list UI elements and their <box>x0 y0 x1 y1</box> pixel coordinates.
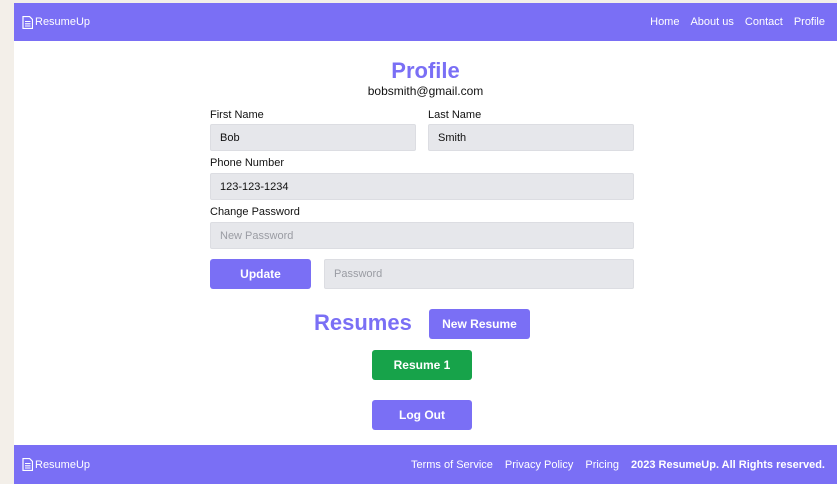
resumes-heading: Resumes <box>314 310 412 335</box>
update-button[interactable]: Update <box>210 259 311 289</box>
nav-link-home[interactable]: Home <box>650 16 679 28</box>
nav-link-about-us[interactable]: About us <box>690 16 733 28</box>
log-out-button[interactable]: Log Out <box>372 400 472 430</box>
first-name-label: First Name <box>210 109 264 121</box>
nav-links: Home About us Contact Profile <box>650 16 825 28</box>
resume-item-button[interactable]: Resume 1 <box>372 350 472 380</box>
phone-number-label: Phone Number <box>210 157 284 169</box>
phone-number-input[interactable] <box>210 173 634 200</box>
document-icon <box>22 458 33 471</box>
page-title: Profile <box>391 58 460 83</box>
top-navbar: ResumeUp Home About us Contact Profile <box>14 3 837 41</box>
footer-brand-link[interactable]: ResumeUp <box>22 458 90 471</box>
nav-link-contact[interactable]: Contact <box>745 16 783 28</box>
footer-brand-name: ResumeUp <box>35 458 91 471</box>
footer-links: Terms of Service Privacy Policy Pricing … <box>411 459 825 471</box>
last-name-input[interactable] <box>428 124 634 151</box>
new-resume-button[interactable]: New Resume <box>429 309 530 339</box>
last-name-label: Last Name <box>428 109 482 121</box>
change-password-label: Change Password <box>210 206 300 218</box>
first-name-input[interactable] <box>210 124 416 151</box>
footer: ResumeUp Terms of Service Privacy Policy… <box>14 445 837 484</box>
footer-link-privacy[interactable]: Privacy Policy <box>505 459 573 471</box>
document-icon <box>22 15 33 29</box>
new-password-input[interactable] <box>210 222 634 249</box>
copyright-text: 2023 ResumeUp. All Rights reserved. <box>630 458 825 471</box>
user-email: bobsmith@gmail.com <box>367 84 484 98</box>
footer-link-pricing[interactable]: Pricing <box>585 459 619 471</box>
brand-name: ResumeUp <box>35 16 91 28</box>
footer-link-terms[interactable]: Terms of Service <box>411 459 493 471</box>
brand-logo-link[interactable]: ResumeUp <box>22 15 91 29</box>
app-window: ResumeUp Home About us Contact Profile P… <box>14 3 837 484</box>
confirm-password-input[interactable] <box>324 259 634 289</box>
nav-link-profile[interactable]: Profile <box>794 16 825 28</box>
